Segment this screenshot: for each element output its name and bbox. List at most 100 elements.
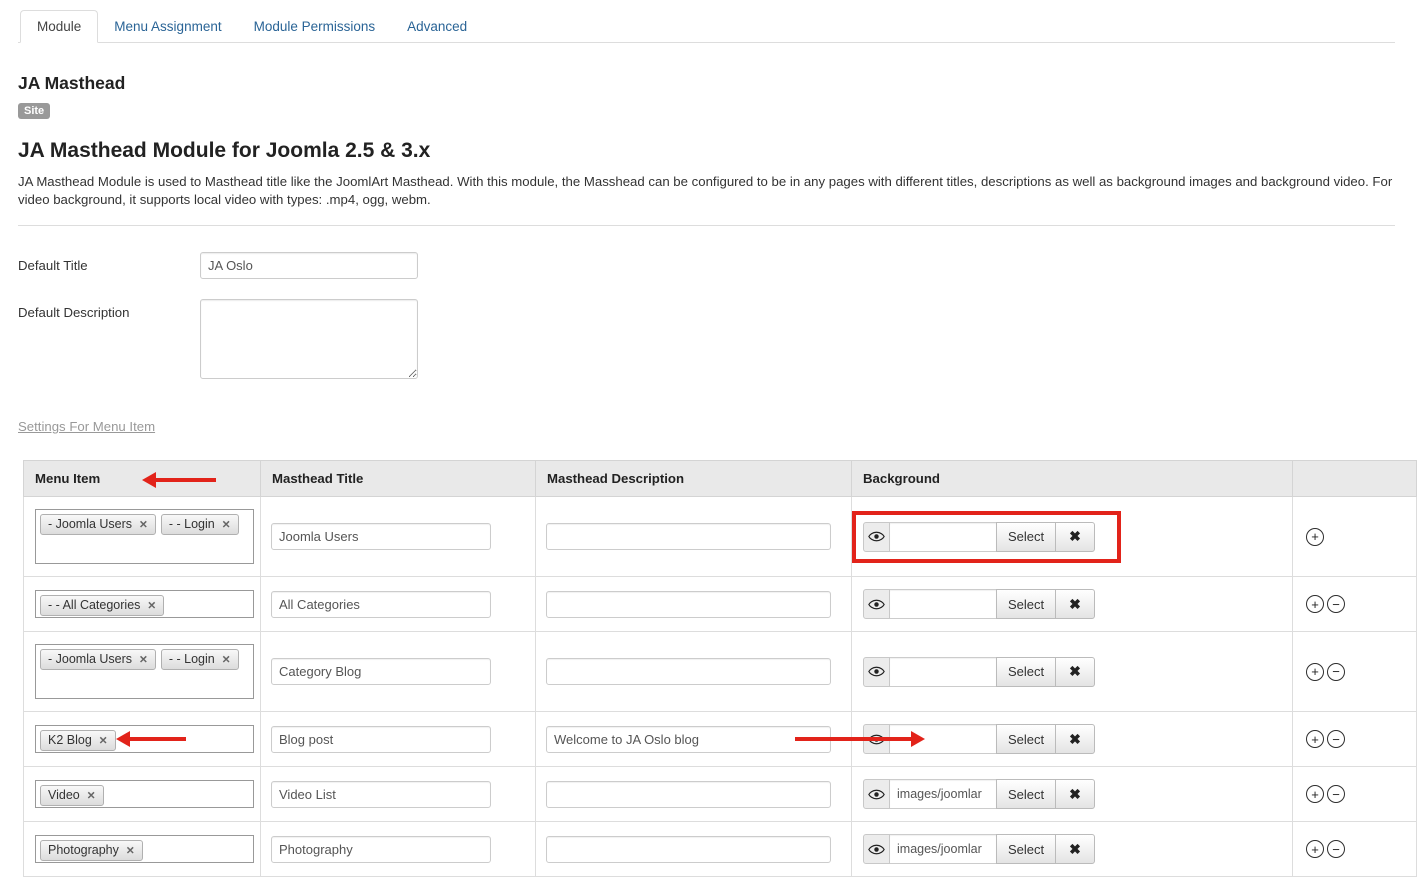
preview-eye-icon[interactable] [863,521,890,552]
clear-x-icon: ✖ [1069,663,1081,679]
masthead-title-input[interactable] [271,780,491,808]
menu-item-tag[interactable]: - - Login ✕ [160,514,239,535]
background-input[interactable] [890,834,997,864]
add-row-button[interactable]: + [1306,785,1324,803]
preview-eye-icon[interactable] [863,834,890,864]
masthead-title-input[interactable] [271,725,491,753]
menu-item-cell: Video ✕ [23,766,261,822]
menu-item-select[interactable]: - Joomla Users ✕ - - Login ✕ [35,644,254,699]
background-clear-button[interactable]: ✖ [1055,834,1095,864]
preview-eye-icon[interactable] [863,779,890,809]
remove-row-button[interactable]: − [1327,840,1345,858]
remove-row-button[interactable]: − [1327,785,1345,803]
menu-item-tag[interactable]: K2 Blog ✕ [40,730,116,751]
remove-row-button[interactable]: − [1327,662,1345,681]
tag-label: - Joomla Users [48,517,133,531]
menu-settings-table: Menu Item Masthead Title Masthead Descri… [23,460,1417,877]
masthead-description-input[interactable] [546,590,831,618]
clear-x-icon: ✖ [1069,840,1081,857]
annotation-arrow-left-icon [142,471,217,488]
menu-item-select[interactable]: Photography ✕ [35,835,254,863]
menu-item-select[interactable]: K2 Blog ✕ [35,725,254,753]
menu-item-tag[interactable]: - - All Categories ✕ [40,595,165,616]
menu-item-tag[interactable]: - Joomla Users ✕ [40,514,156,535]
masthead-title-input[interactable] [271,590,491,618]
masthead-description-cell [535,576,852,632]
tab-module[interactable]: Module [20,10,99,43]
background-input[interactable] [890,521,997,552]
add-row-button[interactable]: + [1306,840,1324,858]
tag-remove-icon[interactable]: ✕ [222,654,231,666]
table-row: Video ✕ Select ✖ [23,766,1417,822]
tab-menu-assignment[interactable]: Menu Assignment [98,11,237,42]
settings-for-menu-item-link[interactable]: Settings For Menu Item [18,419,155,434]
background-input[interactable] [890,724,997,754]
background-select-button[interactable]: Select [996,779,1057,809]
masthead-description-input[interactable] [546,725,831,753]
menu-item-tag[interactable]: Video ✕ [40,785,104,806]
tag-label: - - Login [168,517,215,531]
masthead-description-input[interactable] [546,523,831,550]
menu-item-tag[interactable]: - - Login ✕ [160,649,239,670]
row-actions-cell: + − [1292,821,1417,877]
row-actions-cell: + − [1292,711,1417,767]
masthead-title-input[interactable] [271,658,491,685]
tag-remove-icon[interactable]: ✕ [139,654,148,666]
add-row-button[interactable]: + [1306,730,1324,748]
add-row-button[interactable]: + [1306,662,1324,681]
background-input-group: Select ✖ [863,724,1095,754]
preview-eye-icon[interactable] [863,589,890,619]
menu-item-tag[interactable]: - Joomla Users ✕ [40,649,156,670]
preview-eye-icon[interactable] [863,656,890,687]
masthead-title-input[interactable] [271,835,491,863]
default-description-row: Default Description [18,299,1395,379]
background-clear-button[interactable]: ✖ [1055,779,1095,809]
tab-module-permissions[interactable]: Module Permissions [238,11,392,42]
tag-remove-icon[interactable]: ✕ [99,735,108,747]
annotation-arrow-left-icon [116,731,186,747]
table-header-row: Menu Item Masthead Title Masthead Descri… [23,460,1417,497]
preview-eye-icon[interactable] [863,724,890,754]
masthead-description-input[interactable] [546,780,831,808]
masthead-title-cell [260,576,536,632]
column-header-label: Background [863,471,940,486]
menu-item-cell: - - All Categories ✕ [23,576,261,632]
tag-remove-icon[interactable]: ✕ [222,519,231,531]
default-title-input[interactable] [200,252,418,279]
remove-row-button[interactable]: − [1327,595,1345,613]
background-input[interactable] [890,656,997,687]
page-title: JA Masthead Module for Joomla 2.5 & 3.x [18,139,431,162]
menu-item-select[interactable]: - - All Categories ✕ [35,590,254,618]
masthead-description-input[interactable] [546,658,831,685]
default-description-input[interactable] [200,299,418,379]
menu-item-tag[interactable]: Photography ✕ [40,840,143,861]
tag-remove-icon[interactable]: ✕ [126,845,135,857]
background-clear-button[interactable]: ✖ [1055,589,1095,619]
background-select-button[interactable]: Select [996,724,1057,754]
background-clear-button[interactable]: ✖ [1055,521,1095,552]
masthead-title-input[interactable] [271,523,491,550]
background-input[interactable] [890,779,997,809]
background-select-button[interactable]: Select [996,589,1057,619]
masthead-description-cell [535,821,852,877]
add-row-button[interactable]: + [1306,527,1324,546]
background-select-button[interactable]: Select [996,834,1057,864]
background-select-button[interactable]: Select [996,521,1057,552]
add-row-button[interactable]: + [1306,595,1324,613]
clear-x-icon: ✖ [1069,730,1081,747]
background-select-button[interactable]: Select [996,656,1057,687]
menu-item-cell: - Joomla Users ✕ - - Login ✕ [23,631,261,712]
menu-item-select[interactable]: - Joomla Users ✕ - - Login ✕ [35,509,254,564]
masthead-description-input[interactable] [546,835,831,863]
tag-remove-icon[interactable]: ✕ [139,519,148,531]
menu-item-cell: K2 Blog ✕ [23,711,261,767]
tab-advanced[interactable]: Advanced [391,11,483,42]
remove-row-button[interactable]: − [1327,730,1345,748]
background-clear-button[interactable]: ✖ [1055,724,1095,754]
background-clear-button[interactable]: ✖ [1055,656,1095,687]
tag-remove-icon[interactable]: ✕ [87,790,96,802]
masthead-description-cell [535,766,852,822]
tag-remove-icon[interactable]: ✕ [147,600,156,612]
background-input[interactable] [890,589,997,619]
menu-item-select[interactable]: Video ✕ [35,780,254,808]
